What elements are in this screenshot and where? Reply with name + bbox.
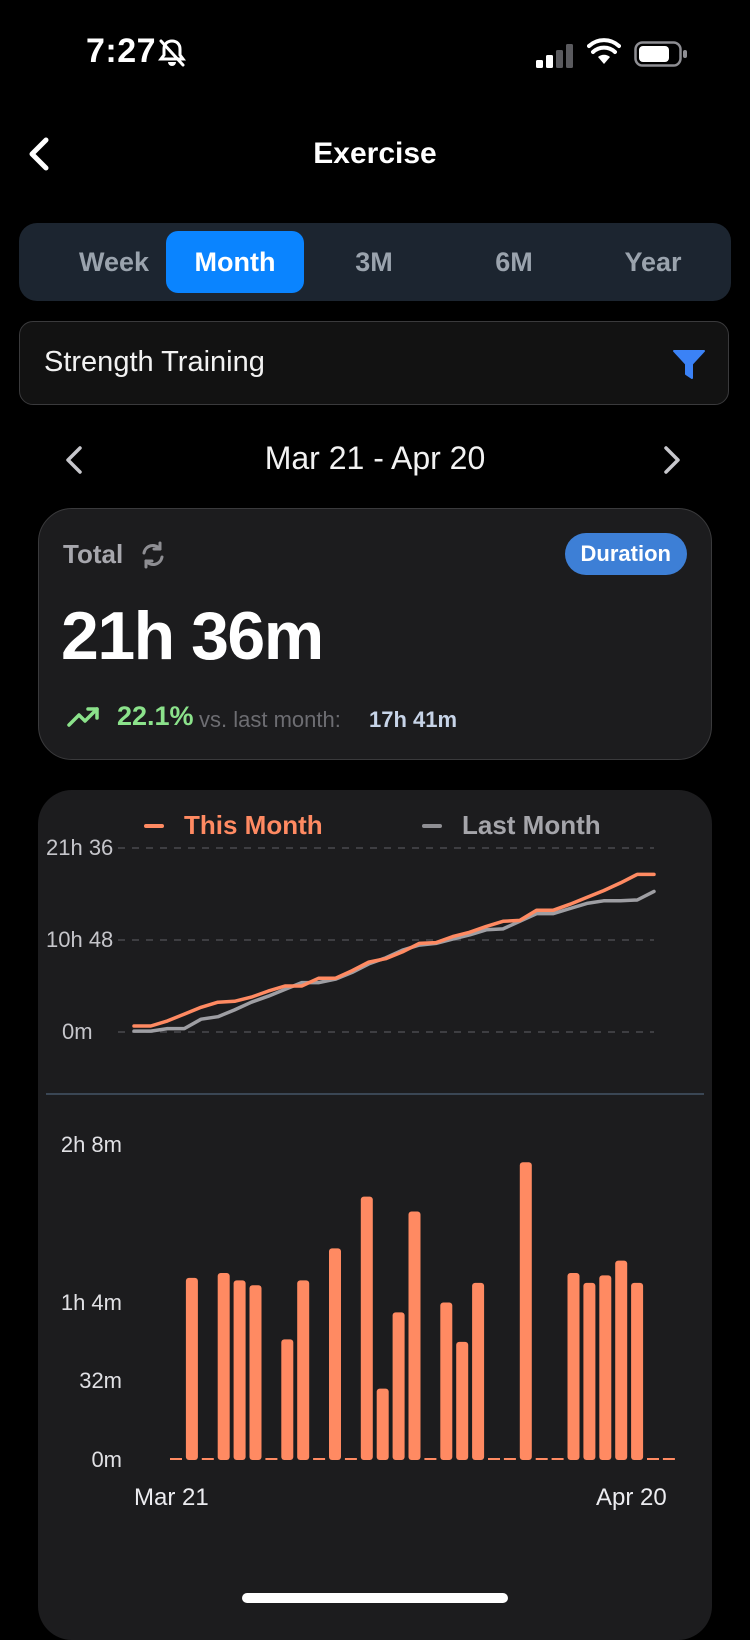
bar-empty (424, 1458, 437, 1460)
bar (567, 1272, 580, 1460)
daily-bar-chart (170, 1162, 675, 1460)
filter-funnel-icon[interactable] (672, 348, 706, 380)
bar (376, 1388, 389, 1460)
bar-empty (647, 1458, 659, 1460)
bar (281, 1339, 294, 1460)
bar (249, 1285, 262, 1460)
home-indicator (242, 1593, 508, 1603)
period-segmented-control: Week Month 3M 6M Year (19, 223, 731, 301)
bar (519, 1162, 532, 1460)
bar (456, 1341, 469, 1460)
bar (408, 1211, 421, 1460)
battery-icon (634, 41, 687, 67)
duration-badge[interactable]: Duration (564, 533, 687, 575)
bar-empty (344, 1458, 357, 1460)
bar-empty (535, 1458, 548, 1460)
bar-empty (551, 1458, 564, 1460)
bar (599, 1275, 612, 1460)
bar (329, 1248, 341, 1460)
total-value: 21h 36m (61, 598, 324, 674)
comparison-value: 17h 41m (369, 707, 458, 732)
x-label-end: Apr 20 (596, 1484, 667, 1511)
cellular-signal-icon (536, 44, 573, 68)
bar (440, 1302, 453, 1460)
bar-empty (503, 1458, 516, 1460)
bar-y-tick: 0m (91, 1447, 122, 1472)
tab-3m[interactable]: 3M (305, 231, 443, 293)
tab-week[interactable]: Week (45, 231, 183, 293)
status-time: 7:27 (86, 32, 157, 70)
bar (472, 1282, 485, 1460)
activity-filter[interactable]: Strength Training (19, 321, 729, 405)
bar-empty (201, 1458, 214, 1460)
refresh-icon[interactable] (139, 541, 167, 569)
x-label-start: Mar 21 (134, 1484, 209, 1511)
tab-6m[interactable]: 6M (445, 231, 583, 293)
bar-empty (662, 1458, 675, 1460)
bar (392, 1312, 405, 1460)
summary-card: Total Duration 21h 36m 22.1% vs. last mo… (38, 508, 712, 760)
chart-card: This Month Last Month 0m 10h 48 21h 36 0m 3… (38, 790, 712, 1640)
bar (615, 1260, 628, 1460)
bar (297, 1280, 310, 1460)
bar (185, 1277, 198, 1460)
silent-bell-icon (158, 39, 186, 67)
next-period-icon[interactable] (662, 444, 682, 476)
bar (233, 1280, 246, 1460)
bar (360, 1196, 373, 1460)
page-title: Exercise (313, 137, 437, 170)
change-percent: 22.1% (117, 701, 194, 731)
bar-empty (313, 1458, 326, 1460)
bar-empty (488, 1458, 500, 1460)
tab-month[interactable]: Month (166, 231, 304, 293)
bar (583, 1282, 596, 1460)
tab-year[interactable]: Year (584, 231, 722, 293)
bar (217, 1272, 230, 1460)
total-label: Total (63, 539, 124, 569)
filter-value: Strength Training (44, 346, 265, 378)
bar-empty (265, 1458, 278, 1460)
bar-y-tick: 2h 8m (60, 1132, 122, 1157)
date-range: Mar 21 - Apr 20 (264, 440, 486, 476)
bar-empty (170, 1458, 182, 1460)
bar-y-tick: 1h 4m (60, 1289, 122, 1315)
bar-y-tick: 32m (79, 1368, 122, 1394)
bar (631, 1282, 644, 1460)
wifi-icon (587, 38, 621, 64)
trending-up-icon (67, 707, 99, 727)
comparison-label: vs. last month: (199, 707, 341, 732)
